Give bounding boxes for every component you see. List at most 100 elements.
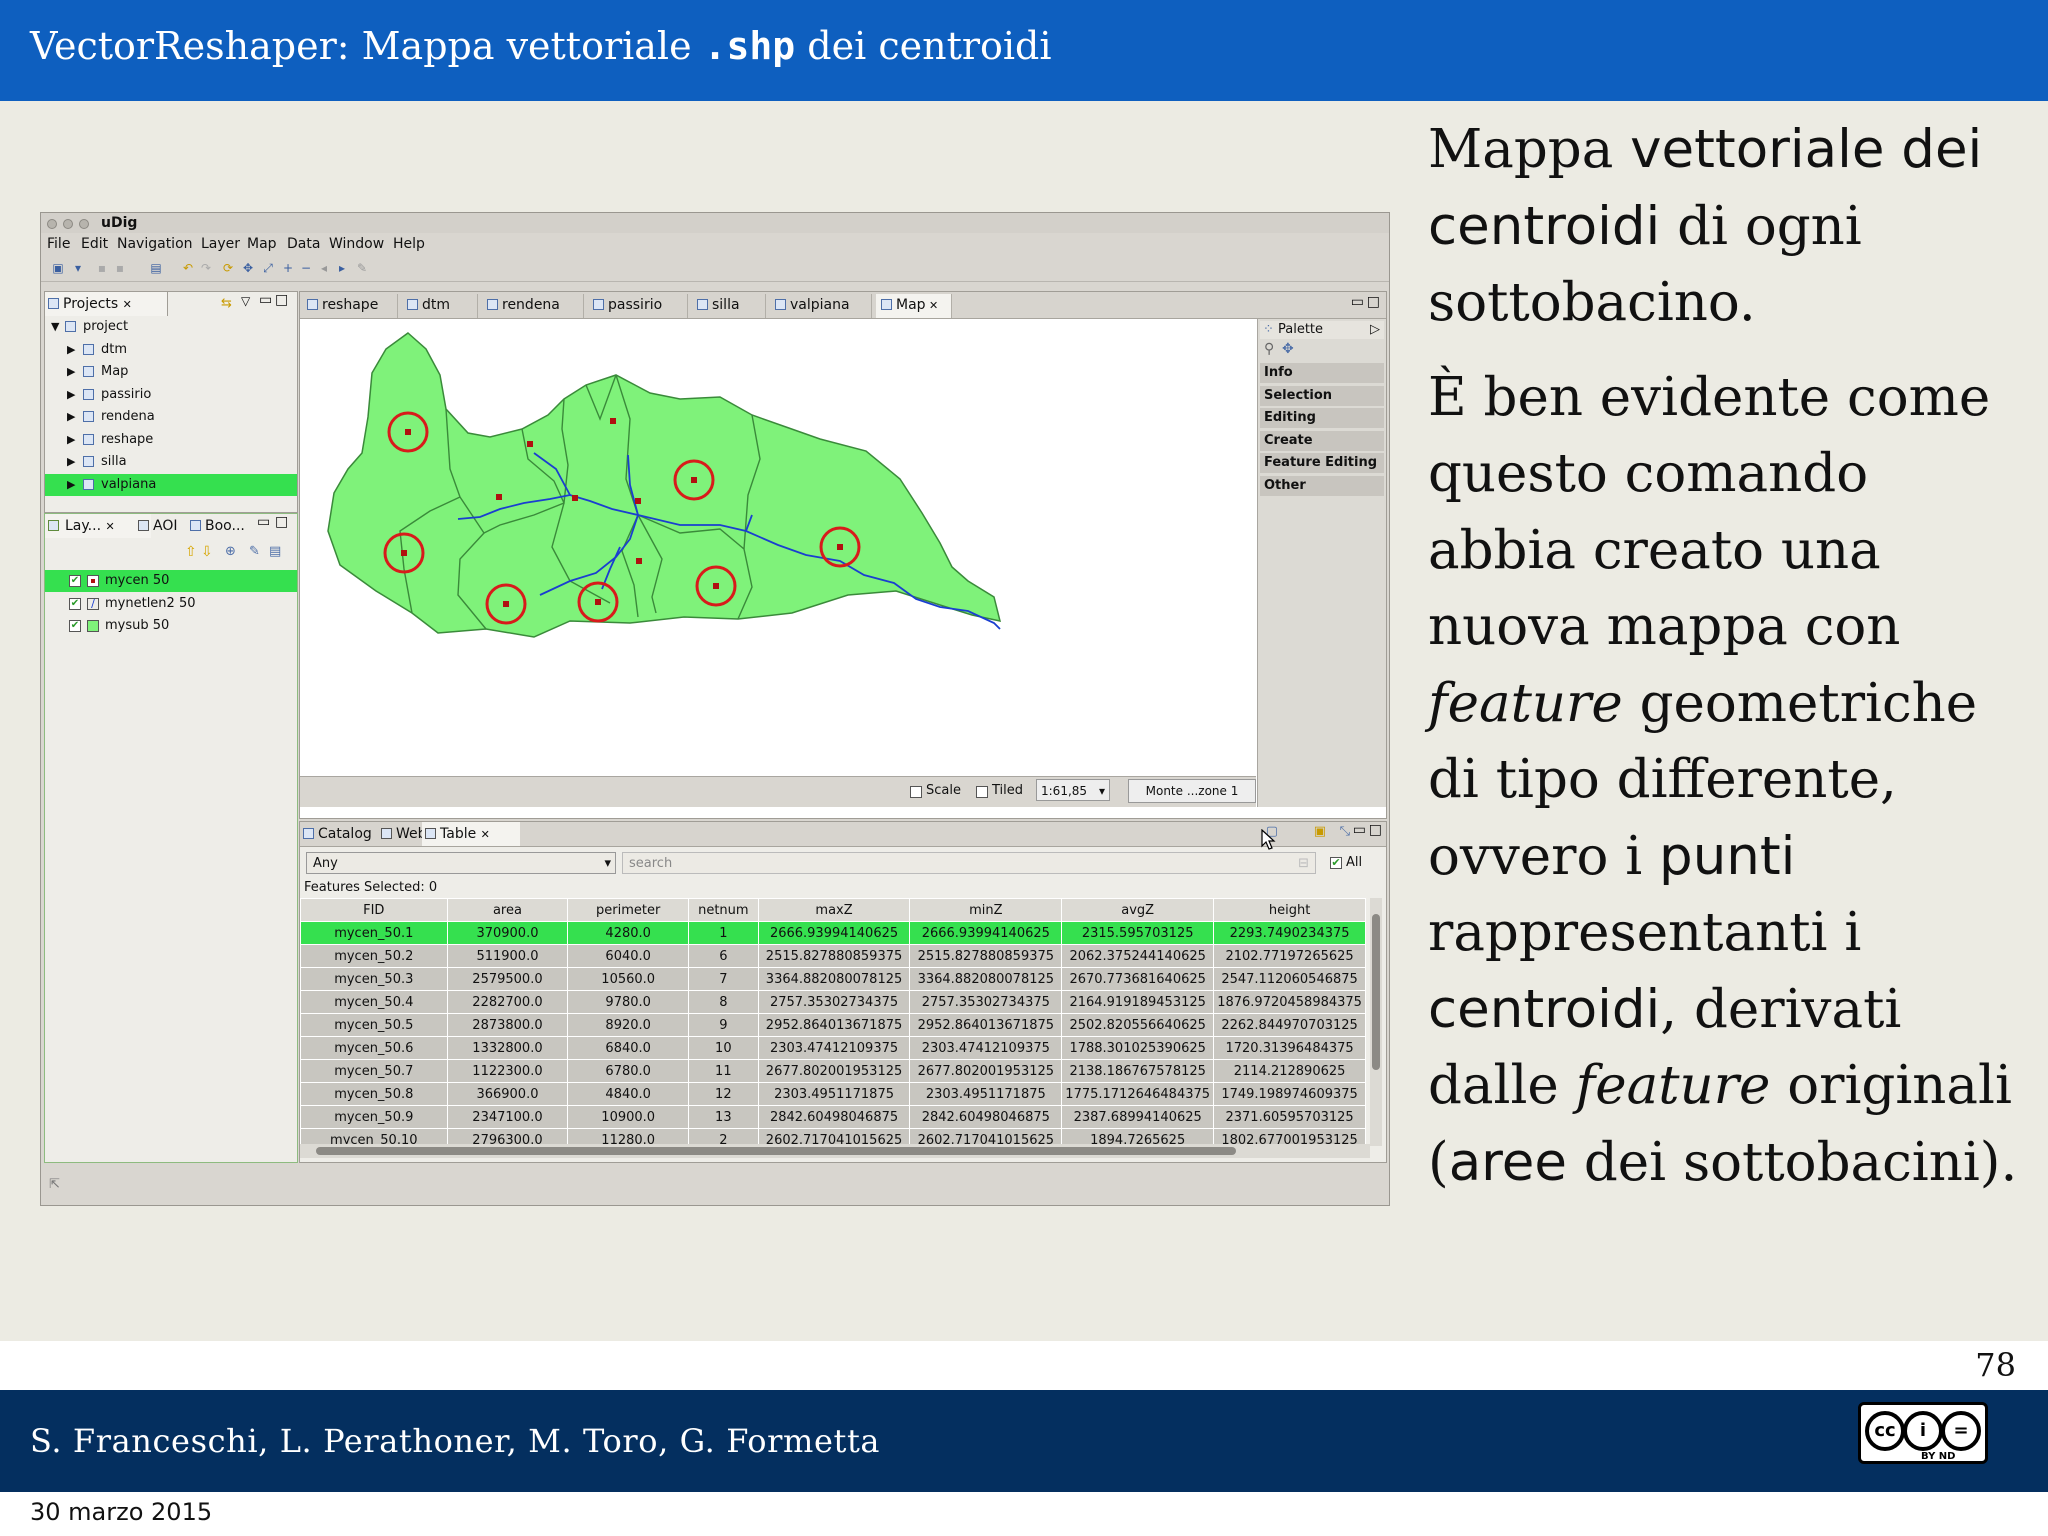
palette-item-selection[interactable]: Selection (1260, 385, 1384, 406)
table-row[interactable]: mycen_50.1 370900.0 4280.0 1 2666.9399414062… (300, 921, 1366, 945)
close-icon[interactable]: ✕ (481, 828, 490, 841)
forward-icon[interactable]: ▸ (335, 262, 349, 274)
vertical-scrollbar[interactable] (1370, 898, 1382, 1146)
view-menu-icon[interactable]: ▽ (241, 294, 250, 308)
table-row[interactable]: mycen_50.3 2579500.0 10560.0 7 3364.88208007… (300, 967, 1366, 991)
layer-item[interactable]: ✔ mycen 50 (45, 570, 297, 592)
column-header[interactable]: netnum (688, 898, 759, 922)
tab-map-silla[interactable]: silla (692, 294, 766, 318)
project-item-rendena[interactable]: ▶ rendena (45, 406, 297, 428)
palette-header[interactable]: ⁘ Palette ▷ (1260, 321, 1384, 339)
menu-data[interactable]: Data (287, 236, 320, 252)
move-up-icon[interactable]: ⇧ (185, 544, 197, 560)
pan-tool-icon[interactable]: ✥ (1282, 341, 1294, 357)
layer-properties-icon[interactable]: ▤ (269, 544, 281, 559)
tab-projects[interactable]: Projects ✕ (45, 292, 168, 316)
palette-item-feature-editing[interactable]: Feature Editing (1260, 453, 1384, 474)
layer-icon[interactable]: ▤ (149, 262, 163, 274)
collapse-arrow-icon[interactable]: ▶ (67, 406, 75, 428)
table-row[interactable]: mycen_50.8 366900.0 4840.0 12 2303.495117187… (300, 1082, 1366, 1106)
table-row[interactable]: mycen_50.4 2282700.0 9780.0 8 2757.353027343… (300, 990, 1366, 1014)
tab-map-valpiana[interactable]: valpiana (770, 294, 872, 318)
column-header[interactable]: FID (300, 898, 448, 922)
project-item-silla[interactable]: ▶ silla (45, 451, 297, 473)
project-item-valpiana[interactable]: ▶ valpiana (45, 473, 297, 496)
palette-item-info[interactable]: Info (1260, 363, 1384, 383)
menu-help[interactable]: Help (393, 236, 425, 252)
column-header[interactable]: minZ (909, 898, 1063, 922)
palette-item-create[interactable]: Create (1260, 430, 1384, 451)
scale-checkbox[interactable] (910, 786, 922, 798)
column-header[interactable]: avgZ (1061, 898, 1215, 922)
search-input[interactable]: search ⊟ (622, 852, 1316, 874)
layer-item[interactable]: ✔ mysub 50 (45, 615, 297, 637)
collapse-arrow-icon[interactable]: ▶ (67, 384, 75, 406)
zoom-in-icon[interactable]: + (281, 262, 295, 274)
expand-arrow-icon[interactable]: ▼ (51, 316, 59, 338)
zoom-tool-icon[interactable]: ⚲ (1264, 341, 1274, 357)
column-header[interactable]: perimeter (567, 898, 689, 922)
tab-map-reshape[interactable]: reshape (302, 294, 398, 318)
tiled-checkbox[interactable] (976, 786, 988, 798)
tab-map-dtm[interactable]: dtm (402, 294, 478, 318)
project-item-reshape[interactable]: ▶ reshape (45, 429, 297, 451)
refresh-icon[interactable]: ⟳ (221, 262, 235, 274)
close-icon[interactable]: ✕ (926, 299, 938, 312)
move-down-icon[interactable]: ⇩ (201, 544, 213, 560)
style-icon[interactable]: ✎ (249, 544, 260, 559)
palette-item-other[interactable]: Other (1260, 476, 1384, 496)
pan-icon[interactable]: ✥ (241, 262, 255, 274)
column-header[interactable]: height (1213, 898, 1366, 922)
layer-item[interactable]: ✔ ∕ mynetlen2 50 (45, 593, 297, 615)
link-icon[interactable]: ⇆ (221, 296, 232, 311)
map-canvas[interactable] (300, 319, 1256, 777)
zoom-out-icon[interactable]: − (299, 262, 313, 274)
minimize-icon[interactable]: ▭ (1351, 294, 1364, 310)
maximize-icon[interactable]: □ (1367, 294, 1380, 310)
undo-icon[interactable]: ↶ (181, 262, 195, 274)
attribute-filter-select[interactable]: Any ▾ (306, 852, 616, 874)
table-row[interactable]: mycen_50.9 2347100.0 10900.0 13 2842.6049804… (300, 1105, 1366, 1129)
minimize-window-icon[interactable] (63, 219, 73, 229)
tab-map-rendena[interactable]: rendena (482, 294, 584, 318)
collapse-arrow-icon[interactable]: ▶ (67, 474, 75, 496)
project-item-passirio[interactable]: ▶ passirio (45, 384, 297, 406)
promote-icon[interactable]: ▣ (1314, 824, 1326, 839)
vertical-scroll-thumb[interactable] (1372, 914, 1380, 1070)
menu-layer[interactable]: Layer (201, 236, 240, 252)
redo-icon[interactable]: ↷ (199, 262, 213, 274)
tab-map-map[interactable]: Map ✕ (876, 294, 952, 318)
horizontal-scrollbar[interactable] (300, 1144, 1370, 1158)
zoom-extent-icon[interactable]: ⤢ (261, 262, 275, 274)
table-row[interactable]: mycen_50.6 1332800.0 6840.0 10 2303.47412109… (300, 1036, 1366, 1060)
tab-bookmarks[interactable]: Boo... (187, 514, 267, 538)
maximize-icon[interactable]: □ (275, 292, 288, 308)
layer-visibility-checkbox[interactable]: ✔ (69, 597, 81, 610)
edit-icon[interactable]: ✎ (355, 262, 369, 274)
add-layer-icon[interactable]: ⊕ (225, 544, 236, 559)
close-icon[interactable]: ✕ (123, 298, 132, 311)
project-item-dtm[interactable]: ▶ dtm (45, 339, 297, 361)
minimize-icon[interactable]: ▭ (1353, 822, 1366, 838)
back-icon[interactable]: ◂ (317, 262, 331, 274)
tab-table[interactable]: Table ✕ (422, 822, 520, 846)
all-checkbox[interactable]: ✔ (1330, 857, 1342, 869)
horizontal-scroll-thumb[interactable] (316, 1147, 1236, 1155)
palette-item-editing[interactable]: Editing (1260, 408, 1384, 429)
column-header[interactable]: maxZ (757, 898, 911, 922)
save-icon[interactable]: ▾ (71, 262, 85, 274)
minimize-icon[interactable]: ▭ (257, 514, 270, 530)
table-row[interactable]: mycen_50.2 511900.0 6040.0 6 2515.8278808593… (300, 944, 1366, 968)
collapse-arrow-icon[interactable]: ▶ (67, 429, 75, 451)
scale-combo[interactable]: 1:61,85 ▾ (1036, 779, 1110, 801)
crs-button[interactable]: Monte ...zone 1 (1128, 779, 1256, 803)
table-row[interactable]: mycen_50.7 1122300.0 6780.0 11 2677.80200195… (300, 1059, 1366, 1083)
new-icon[interactable]: ▣ (51, 262, 65, 274)
close-icon[interactable]: ✕ (105, 520, 114, 533)
column-header[interactable]: area (446, 898, 569, 922)
minimize-icon[interactable]: ▭ (259, 292, 272, 308)
table-row[interactable]: mycen_50.5 2873800.0 8920.0 9 2952.864013671… (300, 1013, 1366, 1037)
project-item-map[interactable]: ▶ Map (45, 361, 297, 383)
menu-edit[interactable]: Edit (81, 236, 108, 252)
menu-window[interactable]: Window (329, 236, 384, 252)
